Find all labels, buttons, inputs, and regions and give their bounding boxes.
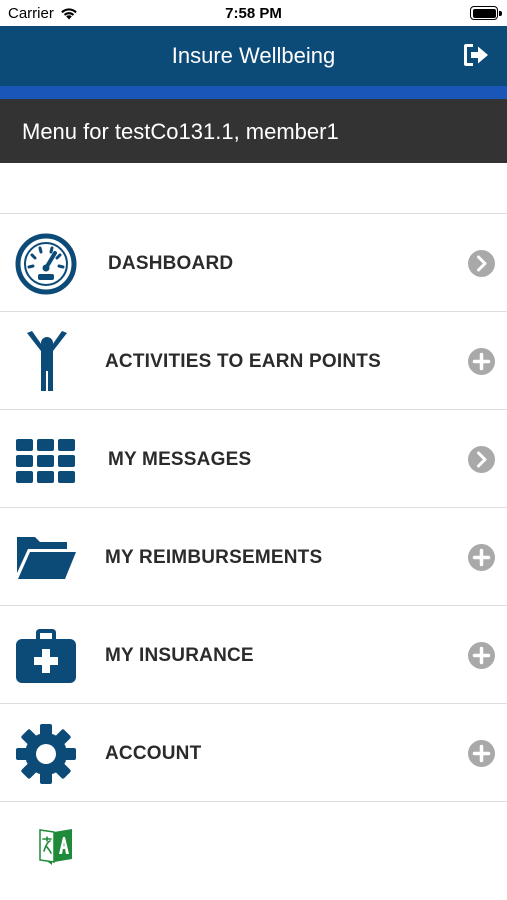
chevron-right-icon[interactable] (468, 250, 495, 277)
translate-icon[interactable] (38, 826, 74, 866)
plus-circle-icon[interactable] (468, 544, 495, 571)
menu-item-reimbursements[interactable]: MY REIMBURSEMENTS (0, 508, 507, 606)
menu-item-label: MY INSURANCE (105, 645, 254, 666)
medical-kit-icon (16, 629, 76, 683)
menu-item-account[interactable]: ACCOUNT (0, 704, 507, 802)
menu-list: DASHBOARD ACTIVITIES TO EARN POINTS MY M… (0, 213, 507, 802)
menu-item-label: ACTIVITIES TO EARN POINTS (105, 351, 381, 372)
menu-item-dashboard[interactable]: DASHBOARD (0, 214, 507, 312)
menu-header-text: Menu for testCo131.1, member1 (22, 119, 339, 144)
nav-bar: Insure Wellbeing (0, 26, 507, 86)
menu-item-insurance[interactable]: MY INSURANCE (0, 606, 507, 704)
menu-item-label: ACCOUNT (105, 743, 202, 764)
plus-circle-icon[interactable] (468, 348, 495, 375)
person-activity-icon (27, 331, 67, 391)
menu-item-label: DASHBOARD (108, 253, 234, 274)
gear-icon (16, 724, 76, 784)
menu-item-label: MY REIMBURSEMENTS (105, 547, 323, 568)
menu-item-label: MY MESSAGES (108, 449, 252, 470)
accent-strip (0, 86, 507, 99)
grid-icon (16, 439, 75, 483)
menu-item-activities[interactable]: ACTIVITIES TO EARN POINTS (0, 312, 507, 410)
app-title: Insure Wellbeing (171, 43, 336, 68)
menu-header: Menu for testCo131.1, member1 (0, 99, 507, 163)
plus-circle-icon[interactable] (468, 740, 495, 767)
logout-icon[interactable] (462, 43, 490, 67)
menu-item-messages[interactable]: MY MESSAGES (0, 410, 507, 508)
folder-icon (17, 537, 76, 579)
plus-circle-icon[interactable] (468, 642, 495, 669)
status-bar: Carrier 7:58 PM (0, 0, 507, 26)
status-time: 7:58 PM (225, 5, 282, 22)
dashboard-gauge-icon (15, 233, 77, 295)
battery-icon (470, 6, 502, 20)
chevron-right-icon[interactable] (468, 446, 495, 473)
